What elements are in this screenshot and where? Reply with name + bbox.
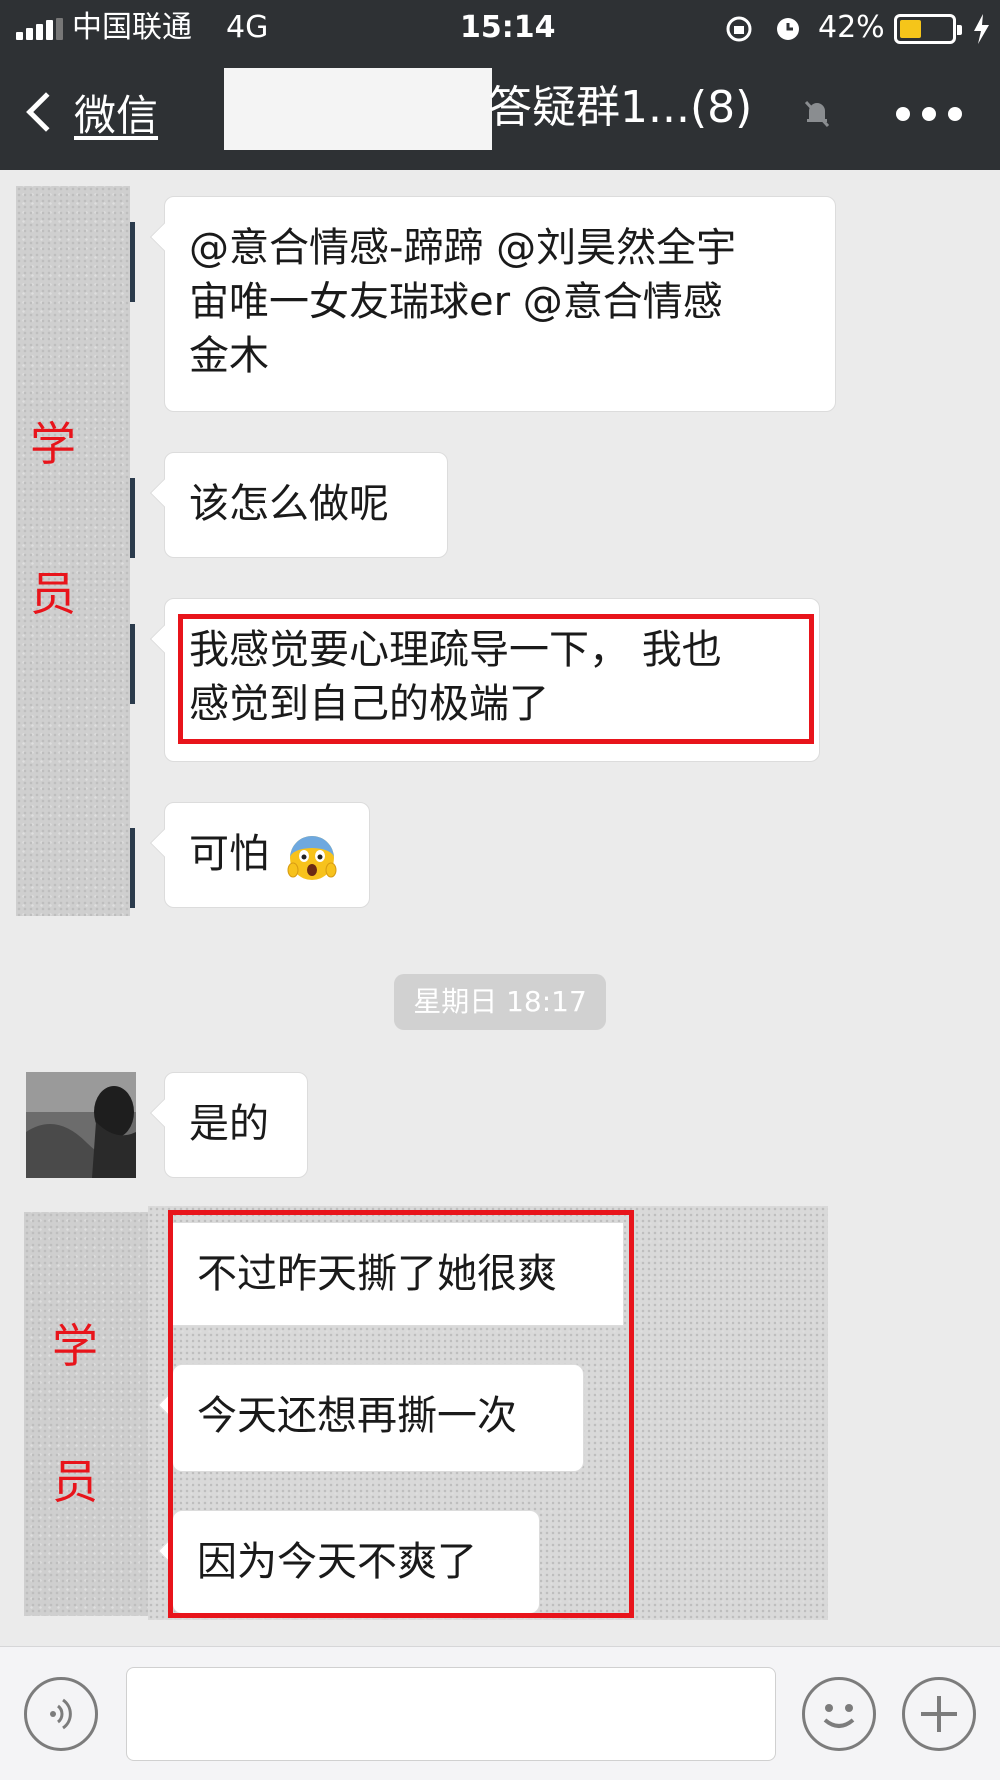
nav-bar: 微信 答疑群1...(8) [0,56,1000,170]
input-bar [0,1646,1000,1780]
network-label: 4G [226,10,269,45]
message-text: 可怕 [189,831,269,877]
wechat-chat-screen: 中国联通 4G 15:14 42% 微信 答疑群1...(8) 学 员 @意合情… [0,0,1000,1780]
voice-icon [50,1698,72,1730]
dot-icon [896,107,910,121]
screaming-face-emoji [287,836,337,880]
avatar-photo [26,1072,136,1178]
back-label: 微信 [74,90,159,140]
more-options-button[interactable] [896,94,962,134]
redacted-title-block [224,68,492,150]
carrier-label: 中国联通 [72,10,192,45]
annotation-student-char-2: 员 [30,567,76,621]
chat-title: 答疑群1...(8) [488,82,753,133]
signal-icon [16,18,66,40]
alarm-icon [777,18,799,40]
highlight-box [168,1210,634,1618]
message-line: 金木 [189,333,269,379]
timestamp-label: 星期日 18:17 [394,974,606,1030]
avatar-edge [130,828,135,908]
charging-bolt-icon [974,14,989,44]
clock: 15:14 [460,10,556,45]
status-bar: 中国联通 4G 15:14 42% [0,0,1000,56]
annotation-student-char-1: 学 [52,1319,98,1373]
message-line: 宙唯一女友瑞球er @意合情感 [189,279,723,325]
avatar-edge [130,478,135,558]
annotation-student-char-2: 员 [52,1455,98,1509]
battery-level [900,20,921,38]
smiley-icon [823,1704,855,1728]
dot-icon [922,107,936,121]
emoji-button[interactable] [802,1677,876,1751]
blurred-avatar-column [24,1212,148,1616]
mute-bell-icon [804,100,830,128]
plus-icon [921,1696,957,1732]
more-functions-button[interactable] [902,1677,976,1751]
avatar-edge [130,624,135,704]
battery-icon [894,14,962,44]
voice-button[interactable] [24,1677,98,1751]
message-line: @意合情感-蹄蹄 @刘昊然全宇 [189,225,737,271]
annotation-student-char-1: 学 [30,417,76,471]
message-bubble[interactable]: 是的 [149,1072,308,1178]
chevron-left-icon [26,92,66,132]
message-bubble[interactable]: @意合情感-蹄蹄 @刘昊然全宇 宙唯一女友瑞球er @意合情感 金木 [149,196,836,412]
message-bubble[interactable]: 可怕 [149,802,370,908]
message-text: 是的 [189,1101,269,1147]
message-text: 该怎么做呢 [189,481,389,527]
rotation-lock-icon [726,16,752,42]
contact-avatar[interactable] [26,1072,136,1178]
battery-percent: 42% [818,10,885,45]
blurred-avatar-column [16,186,130,916]
avatar-edge [130,222,135,302]
dot-icon [948,107,962,121]
highlight-box [178,614,814,744]
message-input[interactable] [126,1667,776,1761]
back-button[interactable]: 微信 [22,80,158,144]
top-bar: 中国联通 4G 15:14 42% 微信 答疑群1...(8) [0,0,1000,170]
message-bubble[interactable]: 该怎么做呢 [149,452,448,558]
